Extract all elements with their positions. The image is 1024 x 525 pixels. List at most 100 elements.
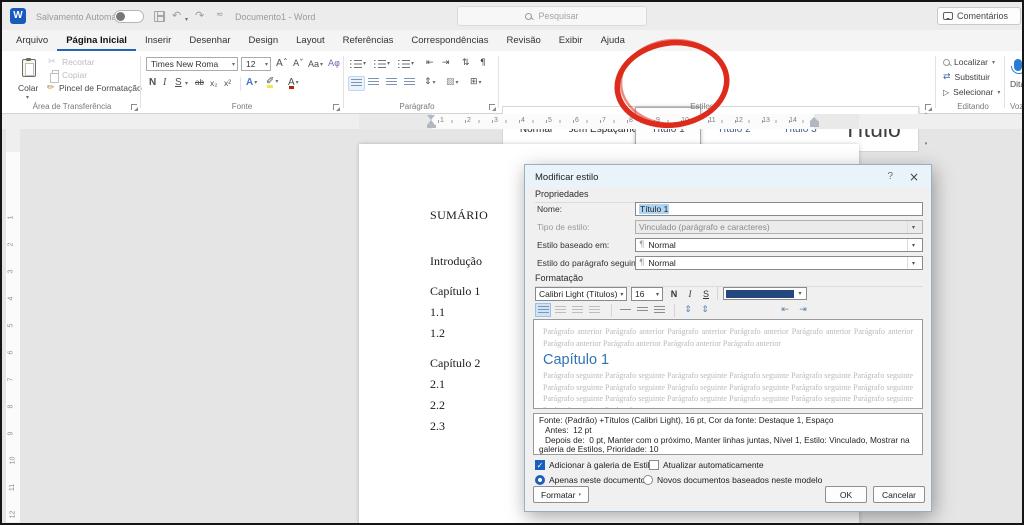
format-button[interactable]: Formatar ▾ <box>533 486 589 503</box>
increase-space-before-button[interactable]: ⇕ <box>680 303 696 317</box>
horizontal-ruler[interactable]: 1 2 3 4 5 6 7 8 9 10 11 12 13 14 <box>2 114 1022 129</box>
dialog-decrease-indent-button[interactable]: ⇤ <box>777 303 793 317</box>
subscript-button[interactable]: x₂ <box>210 77 218 89</box>
highlight-color-icon[interactable]: ✐ ▾ <box>266 76 278 88</box>
bold-button[interactable]: N <box>149 77 156 89</box>
cut-icon[interactable]: ✂ <box>48 56 56 68</box>
increase-indent-icon[interactable]: ⇥ <box>442 57 450 69</box>
next-style-select[interactable]: ¶ Normal ▾ <box>635 256 923 270</box>
line-spacing-button[interactable]: ⇕ ▾ <box>424 77 436 87</box>
numbering-button[interactable]: ▾ <box>374 59 390 68</box>
increase-space-after-button[interactable]: ⇕ <box>697 303 713 317</box>
menu-tab[interactable]: Inserir <box>136 30 180 51</box>
dialog-increase-indent-button[interactable]: ⇥ <box>795 303 811 317</box>
menu-tab[interactable]: Revisão <box>497 30 549 51</box>
add-to-gallery-checkbox[interactable]: ✓ Adicionar à galeria de Estilos <box>535 460 659 470</box>
autosave-toggle[interactable] <box>114 10 144 23</box>
right-indent-marker[interactable] <box>810 117 819 127</box>
document-line[interactable]: 1.2 <box>430 326 488 341</box>
dialog-bold-button[interactable]: N <box>667 287 681 301</box>
menu-tab[interactable]: Desenhar <box>180 30 239 51</box>
font-dialog-launcher-icon[interactable] <box>332 103 340 111</box>
dialog-single-spacing-button[interactable] <box>617 303 633 317</box>
dialog-font-family-combo[interactable]: Calibri Light (Títulos) ▾ <box>535 287 627 301</box>
comments-button[interactable]: Comentários <box>937 7 1021 25</box>
font-size-combo[interactable]: 12 ▾ <box>241 57 271 71</box>
clipboard-dialog-launcher-icon[interactable] <box>130 103 138 111</box>
align-left-button[interactable] <box>348 76 365 91</box>
undo-caret-icon[interactable]: ▾ <box>185 13 188 26</box>
document-line[interactable]: 1.1 <box>430 305 488 320</box>
show-marks-icon[interactable]: ¶ <box>480 57 486 69</box>
copy-icon[interactable] <box>50 70 59 83</box>
menu-tab[interactable]: Design <box>240 30 288 51</box>
dialog-align-right-button[interactable] <box>569 303 585 317</box>
document-line[interactable]: 2.3 <box>430 419 488 434</box>
font-color-icon[interactable]: A ▾ <box>288 77 299 89</box>
styles-dialog-launcher-icon[interactable] <box>924 103 932 111</box>
paste-caret-icon[interactable]: ▾ <box>26 94 29 101</box>
italic-button[interactable]: I <box>163 77 166 89</box>
align-right-button[interactable] <box>386 78 397 87</box>
dialog-font-color-picker[interactable]: ▾ <box>723 287 807 300</box>
change-case-icon[interactable]: Aa <box>308 58 319 70</box>
search-box[interactable]: Pesquisar <box>457 6 647 26</box>
menu-tab[interactable]: Página Inicial <box>57 30 136 51</box>
document-line[interactable]: SUMÁRIO <box>430 208 488 223</box>
dictate-button[interactable]: Ditar <box>1010 79 1022 89</box>
align-center-button[interactable] <box>368 78 379 87</box>
only-this-document-radio[interactable]: Apenas neste documento <box>535 475 645 485</box>
new-documents-radio[interactable]: Novos documentos baseados neste modelo <box>643 475 822 485</box>
strikethrough-button[interactable]: ab <box>195 77 204 89</box>
undo-icon[interactable]: ↶ <box>172 9 181 22</box>
redo-icon[interactable]: ↷ <box>195 9 204 22</box>
menu-tab[interactable]: Layout <box>287 30 334 51</box>
menu-tab[interactable]: Exibir <box>550 30 592 51</box>
document-line[interactable]: Introdução <box>430 254 488 269</box>
more-commands-icon[interactable]: ≂ <box>216 9 224 22</box>
dialog-align-left-button[interactable] <box>535 303 551 317</box>
dialog-1-5-spacing-button[interactable] <box>634 303 650 317</box>
select-button[interactable]: ▷ Selecionar ▾ <box>943 87 1000 97</box>
phonetic-guide-icon[interactable]: Aφ <box>328 58 340 70</box>
document-line[interactable]: Capítulo 1 <box>430 284 488 299</box>
underline-button[interactable]: S <box>175 77 182 89</box>
align-justify-button[interactable] <box>404 78 415 87</box>
cancel-button[interactable]: Cancelar <box>873 486 925 503</box>
dialog-font-size-combo[interactable]: 16 ▾ <box>631 287 663 301</box>
paste-button[interactable]: Colar <box>18 83 38 93</box>
dialog-close-button[interactable]: × <box>909 170 919 184</box>
multilevel-list-button[interactable]: ▾ <box>398 59 414 68</box>
grow-font-icon[interactable]: Aˆ <box>276 58 288 70</box>
cut-button[interactable]: Recortar <box>62 57 95 67</box>
find-button[interactable]: Localizar ▾ <box>943 57 995 67</box>
borders-button[interactable]: ⊞ ▾ <box>470 77 482 87</box>
word-logo-icon[interactable]: W <box>10 8 26 24</box>
menu-tab[interactable]: Correspondências <box>402 30 497 51</box>
dialog-double-spacing-button[interactable] <box>651 303 667 317</box>
menu-tab[interactable]: Referências <box>334 30 403 51</box>
style-name-input[interactable]: Título 1 <box>635 202 923 216</box>
dialog-help-button[interactable]: ? <box>887 171 893 182</box>
indent-markers[interactable] <box>427 115 436 128</box>
bullets-button[interactable]: ▾ <box>350 59 366 68</box>
decrease-indent-icon[interactable]: ⇤ <box>426 57 434 69</box>
text-effects-icon[interactable]: A ▾ <box>246 77 257 89</box>
paste-icon[interactable] <box>22 58 36 77</box>
format-painter-icon[interactable]: ✏ <box>47 82 55 94</box>
dialog-underline-button[interactable]: S <box>699 287 713 301</box>
document-line[interactable]: Capítulo 2 <box>430 356 488 371</box>
shading-button[interactable]: ▨ ▾ <box>446 77 459 87</box>
vertical-ruler[interactable]: 1 2 3 4 5 6 7 8 9 10 11 12 <box>6 114 20 523</box>
document-line[interactable]: 2.2 <box>430 398 488 413</box>
format-painter-button[interactable]: Pincel de Formatação <box>59 83 142 93</box>
dictate-icon[interactable] <box>1011 59 1022 74</box>
shrink-font-icon[interactable]: Aˇ <box>293 58 304 70</box>
menu-tab[interactable]: Ajuda <box>592 30 634 51</box>
gallery-expand-icon[interactable]: ▾ <box>920 135 932 151</box>
based-on-select[interactable]: ¶ Normal ▾ <box>635 238 923 252</box>
replace-button[interactable]: ⇄ Substituir <box>943 72 990 82</box>
menu-tab[interactable]: Arquivo <box>7 30 57 51</box>
copy-button[interactable]: Copiar <box>62 70 87 80</box>
auto-update-checkbox[interactable]: Atualizar automaticamente <box>649 460 764 470</box>
